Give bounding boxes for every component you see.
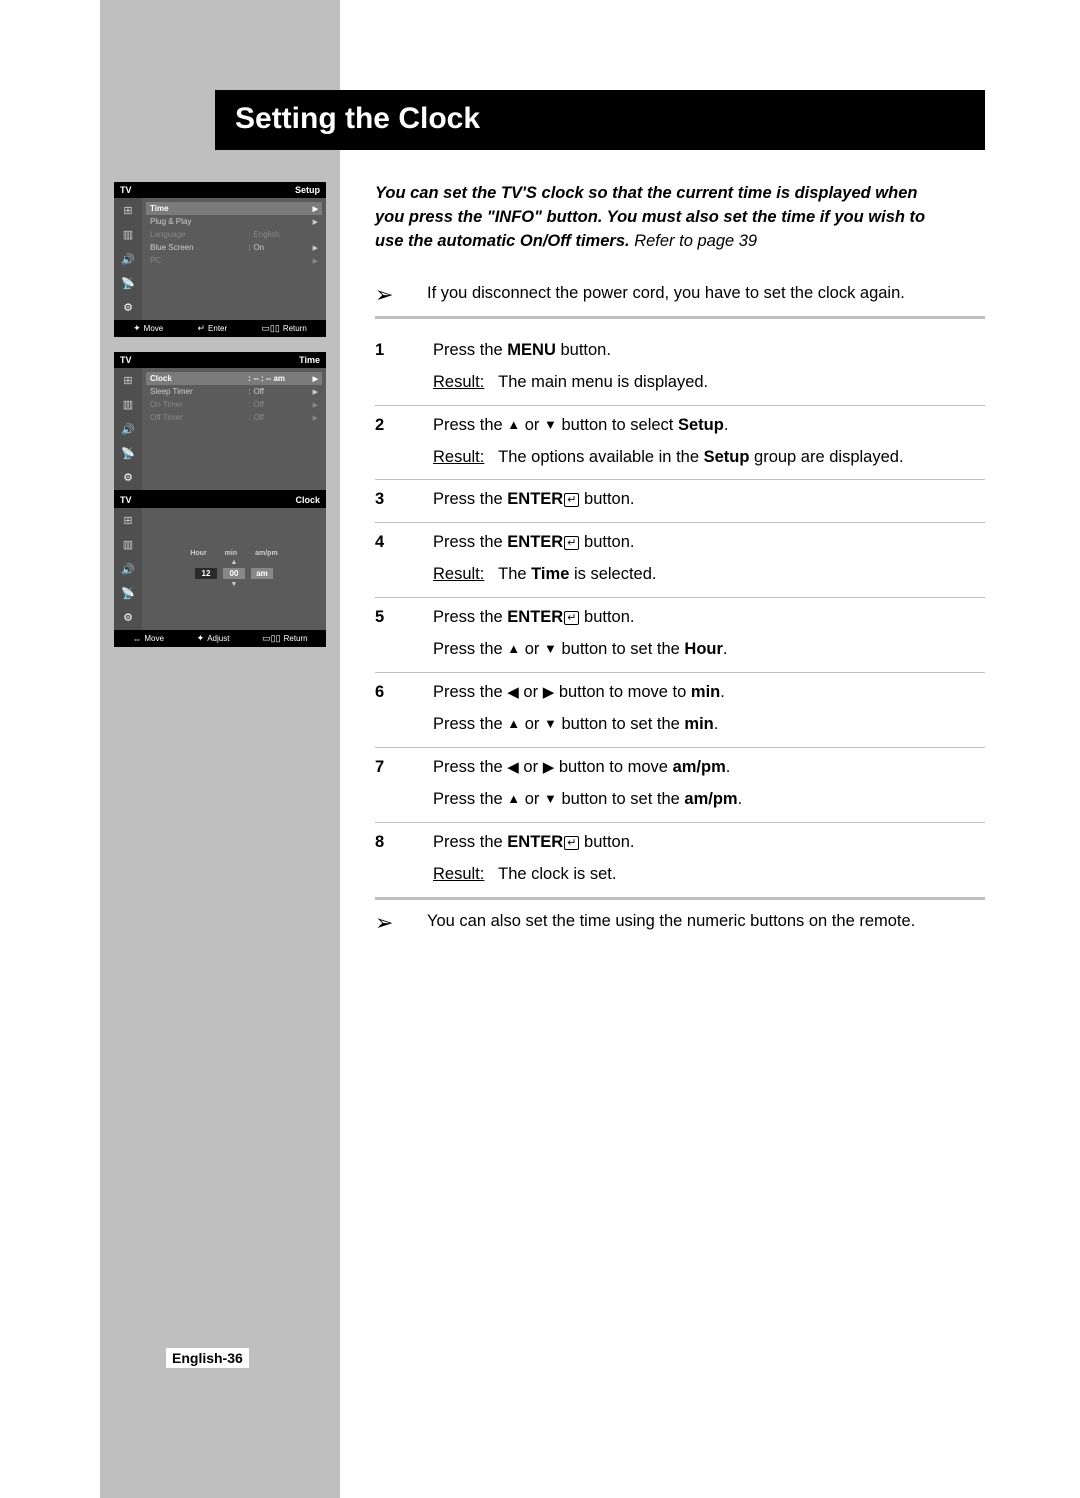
osd-footer: ⇔Move ✦Adjust ▭▯▯Return [114,630,326,647]
sound-icon: 🔊 [114,247,142,271]
setup-icon: ⚙ [114,296,142,320]
step-1: 1 Press the MENU button. Result: The mai… [375,331,985,406]
osd-header: TV Clock [114,492,326,508]
setup-icon: ⚙ [114,606,142,630]
osd-list: Clock:-- : -- am▶ Sleep Timer:Off▶ On Ti… [142,368,326,490]
step-4: 4 Press the ENTER↵ button. Result: The T… [375,523,985,598]
sound-icon: 🔊 [114,557,142,581]
clock-ampm-label: am/pm [255,550,278,557]
adjust-icon: ✦ [197,633,205,644]
spinner-up-icon: ▲ [231,559,238,566]
row-language: Language:English [146,228,322,241]
row-offtimer: Off Timer:Off▶ [146,411,322,424]
input-icon: ⊞ [114,508,142,532]
osd-tv-label: TV [120,355,132,365]
row-sleep: Sleep Timer:Off▶ [146,385,322,398]
osd-body: ⊞ ▥ 🔊 📡 ⚙ Time▶ Plug & Play▶ Language:En… [114,198,326,320]
osd-title: Time [299,355,320,365]
note-bottom: ➢ You can also set the time using the nu… [375,900,985,944]
clock-spinner-area: Hour min am/pm ▲ 12 00 am ▼ [142,508,326,630]
osd-title: Setup [295,185,320,195]
step-5: 5 Press the ENTER↵ button. Press the ▲ o… [375,598,985,673]
step-6: 6 Press the ◀ or ▶ button to move to min… [375,673,985,748]
step-8: 8 Press the ENTER↵ button. Result: The c… [375,823,985,900]
osd-sidebar: ⊞ ▥ 🔊 📡 ⚙ [114,198,142,320]
clock-spinners: 12 00 am [195,568,273,579]
enter-icon: ↵ [197,323,205,334]
osd-body: ⊞ ▥ 🔊 📡 ⚙ Hour min am/pm ▲ 12 00 am ▼ [114,508,326,630]
sound-icon: 🔊 [114,417,142,441]
osd-header: TV Setup [114,182,326,198]
channel-icon: 📡 [114,441,142,465]
picture-icon: ▥ [114,222,142,246]
page-number: English-36 [166,1348,249,1368]
step-3: 3 Press the ENTER↵ button. [375,480,985,523]
channel-icon: 📡 [114,271,142,295]
osd-header: TV Time [114,352,326,368]
picture-icon: ▥ [114,532,142,556]
right-content: You can set the TV'S clock so that the c… [375,182,985,944]
return-icon: ▭▯▯ [262,633,280,644]
step-7: 7 Press the ◀ or ▶ button to move am/pm.… [375,748,985,823]
ampm-value: am [251,568,273,579]
row-ontimer: On Timer:Off▶ [146,398,322,411]
steps-list: 1 Press the MENU button. Result: The mai… [375,331,985,900]
row-pc: PC▶ [146,254,322,267]
row-bluescreen: Blue Screen:On▶ [146,241,322,254]
note-icon: ➢ [375,282,403,306]
intro-text: You can set the TV'S clock so that the c… [375,182,985,254]
row-time: Time▶ [146,202,322,215]
spinner-down-icon: ▼ [231,581,238,588]
osd-tv-label: TV [120,185,132,195]
osd-tv-label: TV [120,495,132,505]
page-title: Setting the Clock [217,92,983,148]
setup-icon: ⚙ [114,466,142,490]
clock-hour-label: Hour [190,550,206,557]
enter-icon: ↵ [564,611,579,625]
page-title-box: Setting the Clock [215,90,985,150]
enter-icon: ↵ [564,493,579,507]
picture-icon: ▥ [114,392,142,416]
note-bottom-text: You can also set the time using the nume… [427,910,915,934]
note-top: ➢ If you disconnect the power cord, you … [375,282,985,319]
osd-sidebar: ⊞ ▥ 🔊 📡 ⚙ [114,368,142,490]
min-value: 00 [223,568,245,579]
osd-sidebar: ⊞ ▥ 🔊 📡 ⚙ [114,508,142,630]
channel-icon: 📡 [114,581,142,605]
clock-min-label: min [225,550,237,557]
enter-icon: ↵ [564,536,579,550]
input-icon: ⊞ [114,198,142,222]
hour-value: 12 [195,568,217,579]
osd-title: Clock [295,495,320,505]
note-icon: ➢ [375,910,403,934]
osd-footer: ✦Move ↵Enter ▭▯▯Return [114,320,326,337]
step-2: 2 Press the ▲ or ▼ button to select Setu… [375,406,985,481]
row-clock: Clock:-- : -- am▶ [146,372,322,385]
return-icon: ▭▯▯ [261,323,279,334]
input-icon: ⊞ [114,368,142,392]
note-top-text: If you disconnect the power cord, you ha… [427,282,905,306]
osd-setup: TV Setup ⊞ ▥ 🔊 📡 ⚙ Time▶ Plug & Play▶ La… [114,182,326,337]
row-plug: Plug & Play▶ [146,215,322,228]
move-lr-icon: ⇔ [132,634,141,644]
osd-body: ⊞ ▥ 🔊 📡 ⚙ Clock:-- : -- am▶ Sleep Timer:… [114,368,326,490]
osd-list: Time▶ Plug & Play▶ Language:English Blue… [142,198,326,320]
osd-clock: TV Clock ⊞ ▥ 🔊 📡 ⚙ Hour min am/pm ▲ 12 0… [114,492,326,647]
enter-icon: ↵ [564,836,579,850]
osd-time: TV Time ⊞ ▥ 🔊 📡 ⚙ Clock:-- : -- am▶ Slee… [114,352,326,507]
move-icon: ✦ [133,323,141,334]
